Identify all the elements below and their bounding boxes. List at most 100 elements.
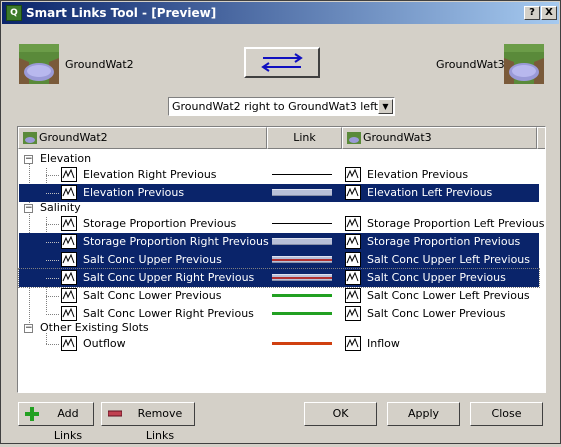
target-slot-name: Elevation Left Previous xyxy=(367,186,493,199)
title-bar[interactable]: Q Smart Links Tool - [Preview] ? X xyxy=(2,2,559,24)
swap-arrows-icon xyxy=(261,53,303,72)
tree-line xyxy=(46,314,59,315)
link-line-red-core xyxy=(272,259,332,261)
link-line-red xyxy=(272,274,332,281)
slot-link-tree[interactable]: GroundWat2 Link GroundWat3 − Elevation E… xyxy=(17,126,546,393)
direction-select[interactable]: GroundWat2 right to GroundWat3 left ▼ xyxy=(168,97,395,116)
groundwater-mini-icon xyxy=(23,132,37,144)
add-links-button[interactable]: Add Links xyxy=(18,402,94,442)
tree-line xyxy=(46,175,59,176)
source-slot-name: Salt Conc Upper Previous xyxy=(83,253,222,266)
smart-links-window: Q Smart Links Tool - [Preview] ? X Groun… xyxy=(0,0,561,444)
slot-graph-icon xyxy=(61,288,77,303)
source-slot-name: Salt Conc Lower Right Previous xyxy=(83,307,254,320)
slot-graph-icon xyxy=(345,252,361,267)
target-slot-name: Salt Conc Lower Previous xyxy=(367,307,506,320)
slot-graph-icon xyxy=(61,167,77,182)
source-slot-name: Outflow xyxy=(83,337,126,350)
slot-graph-icon xyxy=(61,185,77,200)
link-row[interactable]: Salt Conc Lower Previous Salt Conc Lower… xyxy=(19,287,539,305)
target-slot-name: Inflow xyxy=(367,337,400,350)
plus-icon xyxy=(25,407,39,421)
slot-graph-icon xyxy=(345,270,361,285)
chevron-down-icon[interactable]: ▼ xyxy=(378,99,393,114)
link-line-black xyxy=(272,223,332,224)
slot-graph-icon xyxy=(61,336,77,351)
column-header-link-label: Link xyxy=(293,131,316,144)
expand-other-slots-icon[interactable]: − xyxy=(24,324,33,333)
slot-graph-icon xyxy=(61,216,77,231)
tree-line xyxy=(46,260,59,261)
slot-graph-icon xyxy=(61,270,77,285)
slot-graph-icon xyxy=(345,306,361,321)
slot-graph-icon xyxy=(345,185,361,200)
source-slot-name: Storage Proportion Previous xyxy=(83,217,237,230)
link-line-black xyxy=(272,174,332,175)
tree-line xyxy=(46,296,59,297)
link-row[interactable]: Elevation Right Previous Elevation Previ… xyxy=(19,166,539,184)
source-object-name: GroundWat2 xyxy=(65,58,134,71)
link-row[interactable]: Outflow Inflow xyxy=(19,335,539,353)
source-slot-name: Salt Conc Upper Right Previous xyxy=(83,271,255,284)
slot-graph-icon xyxy=(61,306,77,321)
link-row[interactable]: Salt Conc Upper Right Previous Salt Conc… xyxy=(18,268,540,288)
source-slot-name: Salt Conc Lower Previous xyxy=(83,289,222,302)
app-icon: Q xyxy=(6,5,22,21)
remove-links-button[interactable]: Remove Links xyxy=(101,402,195,442)
source-slot-name: Elevation Previous xyxy=(83,186,185,199)
direction-select-value: GroundWat2 right to GroundWat3 left xyxy=(172,100,379,113)
tree-line xyxy=(46,242,59,243)
target-slot-name: Elevation Previous xyxy=(367,168,469,181)
tree-line xyxy=(46,224,59,225)
slot-graph-icon xyxy=(61,234,77,249)
ok-button[interactable]: OK xyxy=(304,402,377,426)
remove-links-label: Remove Links xyxy=(137,407,183,442)
tree-line xyxy=(46,344,59,345)
slot-graph-icon xyxy=(345,167,361,182)
source-slot-name: Storage Proportion Right Previous xyxy=(83,235,269,248)
tree-line xyxy=(46,278,59,279)
apply-button[interactable]: Apply xyxy=(387,402,460,426)
groundwater-left-icon xyxy=(19,44,59,84)
source-slot-name: Elevation Right Previous xyxy=(83,168,217,181)
column-header-link[interactable]: Link xyxy=(267,127,342,149)
group-label-salinity: Salinity xyxy=(40,201,81,214)
window-title: Smart Links Tool - [Preview] xyxy=(26,6,217,20)
slot-graph-icon xyxy=(345,216,361,231)
swap-direction-button[interactable] xyxy=(244,47,320,78)
link-row[interactable]: Storage Proportion Right Previous Storag… xyxy=(19,233,539,251)
slot-graph-icon xyxy=(61,252,77,267)
add-links-label: Add Links xyxy=(53,407,83,442)
column-header-target[interactable]: GroundWat3 xyxy=(342,127,537,149)
column-header-filler xyxy=(537,127,545,149)
close-button[interactable]: Close xyxy=(470,402,543,426)
target-slot-name: Salt Conc Upper Previous xyxy=(367,271,506,284)
column-header-target-label: GroundWat3 xyxy=(363,131,432,144)
link-line-orange xyxy=(272,342,332,345)
slot-graph-icon xyxy=(345,234,361,249)
minus-icon xyxy=(108,410,122,417)
target-slot-name: Salt Conc Upper Left Previous xyxy=(367,253,530,266)
link-line-lavender xyxy=(272,238,332,245)
target-slot-name: Storage Proportion Previous xyxy=(367,235,521,248)
expand-elevation-icon[interactable]: − xyxy=(24,155,33,164)
group-label-elevation: Elevation xyxy=(40,152,92,165)
close-window-button[interactable]: X xyxy=(541,6,557,20)
column-header-source-label: GroundWat2 xyxy=(39,131,108,144)
link-row[interactable]: Storage Proportion Previous Storage Prop… xyxy=(19,215,544,233)
link-row[interactable]: Salt Conc Upper Previous Salt Conc Upper… xyxy=(19,251,539,269)
slot-graph-icon xyxy=(345,288,361,303)
tree-line xyxy=(46,193,59,194)
link-line-green xyxy=(272,312,332,315)
link-line-red xyxy=(272,256,332,263)
link-line-red-core xyxy=(272,277,332,279)
column-header-source[interactable]: GroundWat2 xyxy=(18,127,267,149)
expand-salinity-icon[interactable]: − xyxy=(24,204,33,213)
groundwater-mini-icon xyxy=(347,132,361,144)
link-line-green xyxy=(272,294,332,297)
link-line-lavender xyxy=(272,189,332,196)
groundwater-right-icon xyxy=(504,44,544,84)
link-row[interactable]: Elevation Previous Elevation Left Previo… xyxy=(19,184,539,202)
slot-graph-icon xyxy=(345,336,361,351)
help-button[interactable]: ? xyxy=(524,6,540,20)
